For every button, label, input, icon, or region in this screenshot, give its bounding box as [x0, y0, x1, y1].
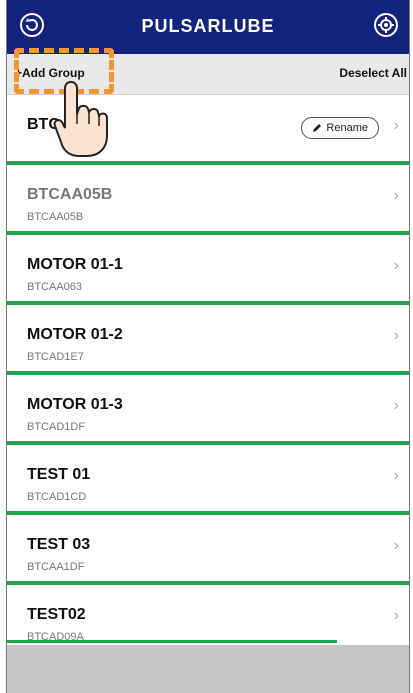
device-row[interactable]: TEST 03 BTCAA1DF ›: [7, 515, 409, 585]
chevron-right-icon[interactable]: ›: [394, 257, 399, 275]
rename-label: Rename: [326, 122, 368, 134]
device-row[interactable]: TEST 01 BTCAD1CD ›: [7, 445, 409, 515]
chevron-right-icon[interactable]: ›: [394, 537, 399, 555]
device-name: TEST02: [27, 606, 86, 623]
device-name: TEST 01: [27, 466, 91, 483]
pencil-icon: [313, 124, 322, 132]
app-frame: PULSARLUBE +Add Group Deselect All BTC R…: [6, 0, 410, 693]
device-id: BTCAD1CD: [27, 491, 87, 503]
chevron-right-icon[interactable]: ›: [394, 607, 399, 625]
device-name: MOTOR 01-3: [27, 396, 123, 413]
device-id: BTCAA1DF: [27, 561, 85, 573]
device-row[interactable]: MOTOR 01-2 BTCAD1E7 ›: [7, 305, 409, 375]
settings-gear-icon[interactable]: [373, 12, 399, 38]
progress-line: [7, 640, 337, 643]
device-name: MOTOR 01-2: [27, 326, 123, 343]
chevron-right-icon[interactable]: ›: [394, 117, 399, 135]
app-logo: PULSARLUBE: [141, 16, 275, 36]
rename-button[interactable]: Rename: [301, 117, 379, 139]
device-row[interactable]: BTCAA05B BTCAA05B ›: [7, 165, 409, 235]
bottom-bar: [7, 645, 409, 693]
deselect-all-button[interactable]: Deselect All: [339, 66, 407, 80]
chevron-right-icon[interactable]: ›: [394, 327, 399, 345]
device-row[interactable]: MOTOR 01-1 BTCAA063 ›: [7, 235, 409, 305]
device-id: BTCAD1E7: [27, 351, 84, 363]
chevron-right-icon[interactable]: ›: [394, 397, 399, 415]
device-name: TEST 03: [27, 536, 91, 553]
device-row[interactable]: MOTOR 01-3 BTCAD1DF ›: [7, 375, 409, 445]
app-header: PULSARLUBE: [7, 0, 409, 54]
chevron-right-icon[interactable]: ›: [394, 187, 399, 205]
pointing-hand-icon: [53, 80, 108, 157]
device-id: BTCAA05B: [27, 211, 84, 223]
device-list: BTC Rename › BTCAA05B BTCAA05B › MOTOR 0…: [7, 95, 409, 651]
chevron-right-icon[interactable]: ›: [394, 467, 399, 485]
device-id: BTCAD1DF: [27, 421, 86, 433]
device-name: MOTOR 01-1: [27, 256, 123, 273]
device-name: BTCAA05B: [27, 186, 113, 203]
device-id: BTCAA063: [27, 281, 83, 293]
